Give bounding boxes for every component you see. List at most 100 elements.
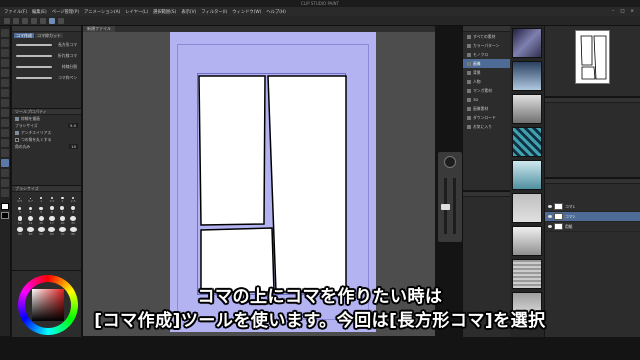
layer-row[interactable]: コマ1 <box>545 202 640 212</box>
menu-help[interactable]: ヘルプ(H) <box>266 9 285 15</box>
brush-size-option[interactable]: 10 <box>15 216 25 225</box>
menu-select[interactable]: 選択範囲(S) <box>153 9 176 15</box>
canvas-tab[interactable]: 新規ファイル <box>83 26 115 32</box>
menu-view[interactable]: 表示(V) <box>181 9 196 15</box>
brush-size-option[interactable]: 50 <box>36 227 46 236</box>
zoom-slider-thumb[interactable] <box>441 204 450 210</box>
menu-filter[interactable]: フィルター(I) <box>201 9 227 15</box>
pencil-tool-icon[interactable] <box>1 89 9 97</box>
new-file-icon[interactable] <box>4 17 10 24</box>
main-color-swatch[interactable] <box>1 203 9 210</box>
brush-size-option[interactable]: 4 <box>26 205 36 214</box>
brush-size-option[interactable]: 0.7 <box>26 194 36 203</box>
eyedropper-tool-icon[interactable] <box>1 69 9 77</box>
lasso-tool-icon[interactable] <box>1 59 9 67</box>
brush-size-option[interactable]: 12 <box>26 216 36 225</box>
prop-row[interactable]: アンチエイリアス <box>12 129 81 136</box>
checkbox[interactable] <box>15 116 19 121</box>
prop-row[interactable]: つの角を丸くする <box>12 136 81 143</box>
brush-size-option[interactable]: 17 <box>47 216 57 225</box>
prop-row[interactable]: 枠線を描画 <box>12 115 81 122</box>
subtool-item[interactable]: 折れ線コマ <box>14 52 79 60</box>
brush-size-option[interactable]: 0.5 <box>15 194 25 203</box>
ruler-tool-icon[interactable] <box>1 169 9 177</box>
eraser-tool-icon[interactable] <box>1 119 9 127</box>
text-tool-icon[interactable] <box>1 179 9 187</box>
brush-size-option[interactable]: 3 <box>15 205 25 214</box>
zoom-tool-icon[interactable] <box>1 29 9 37</box>
brush-size-option[interactable]: 20 <box>58 216 68 225</box>
figure-tool-icon[interactable] <box>1 149 9 157</box>
brush-size-option[interactable]: 7 <box>58 205 68 214</box>
visibility-eye-icon[interactable] <box>548 215 552 218</box>
subtool-item[interactable]: 長方形コマ <box>14 41 79 49</box>
minimize-icon[interactable]: – <box>612 9 614 14</box>
brush-size-option[interactable]: 25 <box>68 216 78 225</box>
brush-size-option[interactable]: 8 <box>68 205 78 214</box>
brush-size-option[interactable]: 5 <box>36 205 46 214</box>
select-tool-icon[interactable] <box>1 49 9 57</box>
checkbox[interactable] <box>15 137 19 142</box>
material-tree-item[interactable]: 人物 <box>463 77 510 86</box>
brush-size-option[interactable]: 2.5 <box>68 194 78 203</box>
visibility-eye-icon[interactable] <box>548 205 552 208</box>
rotate-knob[interactable] <box>444 156 456 168</box>
prop-row[interactable]: ブラシサイズ 5.0 <box>12 122 81 129</box>
undo-icon[interactable] <box>31 17 37 24</box>
material-thumb[interactable] <box>512 94 542 124</box>
menu-edit[interactable]: 編集(E) <box>32 9 47 15</box>
menu-window[interactable]: ウィンドウ(W) <box>232 9 261 15</box>
tab-frame-cut[interactable]: コマ枠カット <box>35 33 63 38</box>
fill-tool-icon[interactable] <box>1 129 9 137</box>
brush-size-option[interactable]: 40 <box>26 227 36 236</box>
material-thumb[interactable] <box>512 28 542 58</box>
brush-tool-icon[interactable] <box>1 99 9 107</box>
prop-row[interactable]: 角の丸み 10 <box>12 143 81 150</box>
maximize-icon[interactable]: □ <box>620 9 624 14</box>
material-thumb[interactable] <box>512 226 542 256</box>
close-icon[interactable]: × <box>630 9 634 14</box>
brush-size-option[interactable]: 1.5 <box>47 194 57 203</box>
brush-size-option[interactable]: 30 <box>15 227 25 236</box>
material-tree-item[interactable]: 画像 <box>463 59 510 68</box>
brush-size-option[interactable]: 6 <box>47 205 57 214</box>
menu-layer[interactable]: レイヤー(L) <box>125 9 148 15</box>
material-tree-item[interactable]: 背景 <box>463 68 510 77</box>
layer-row[interactable]: コマ2 <box>545 212 640 222</box>
material-tree-item[interactable]: マンガ素材 <box>463 86 510 95</box>
material-tree-item[interactable]: 画像素材 <box>463 104 510 113</box>
pen-tool-icon[interactable] <box>1 79 9 87</box>
brush-size-option[interactable]: 2 <box>58 194 68 203</box>
open-icon[interactable] <box>13 17 19 24</box>
material-thumb[interactable] <box>512 61 542 91</box>
tab-frame-create[interactable]: コマ作成 <box>14 33 34 38</box>
frame-border-tool-icon[interactable] <box>1 159 9 167</box>
brush-size-option[interactable]: 60 <box>47 227 57 236</box>
menu-animation[interactable]: アニメーション(A) <box>84 9 120 15</box>
layer-row[interactable]: 用紙 <box>545 222 640 232</box>
visibility-eye-icon[interactable] <box>548 225 552 228</box>
material-tree-item[interactable]: すべての素材 <box>463 32 510 41</box>
airbrush-tool-icon[interactable] <box>1 109 9 117</box>
menu-page[interactable]: ページ管理(P) <box>52 9 79 15</box>
save-icon[interactable] <box>22 17 28 24</box>
checkbox[interactable] <box>15 130 19 135</box>
gradient-tool-icon[interactable] <box>1 139 9 147</box>
material-thumb[interactable] <box>512 127 542 157</box>
subtool-item[interactable]: 枠線分割 <box>14 63 79 71</box>
material-thumb[interactable] <box>512 193 542 223</box>
material-tree-item[interactable]: 3D <box>463 95 510 104</box>
sub-color-swatch[interactable] <box>1 212 9 219</box>
material-tree-item[interactable]: ダウンロード <box>463 113 510 122</box>
material-tree-item[interactable]: お気に入り <box>463 122 510 131</box>
subtool-item[interactable]: コマ枠ペン <box>14 74 79 82</box>
menu-file[interactable]: ファイル(F) <box>4 9 27 15</box>
brush-size-option[interactable]: 80 <box>68 227 78 236</box>
opacity-slider[interactable] <box>453 178 456 234</box>
brush-size-option[interactable]: 70 <box>58 227 68 236</box>
material-tree-item[interactable]: モノクロ <box>463 50 510 59</box>
transform-icon[interactable] <box>58 17 64 24</box>
clear-icon[interactable] <box>49 17 55 24</box>
move-tool-icon[interactable] <box>1 39 9 47</box>
navigator-preview[interactable] <box>575 30 610 84</box>
